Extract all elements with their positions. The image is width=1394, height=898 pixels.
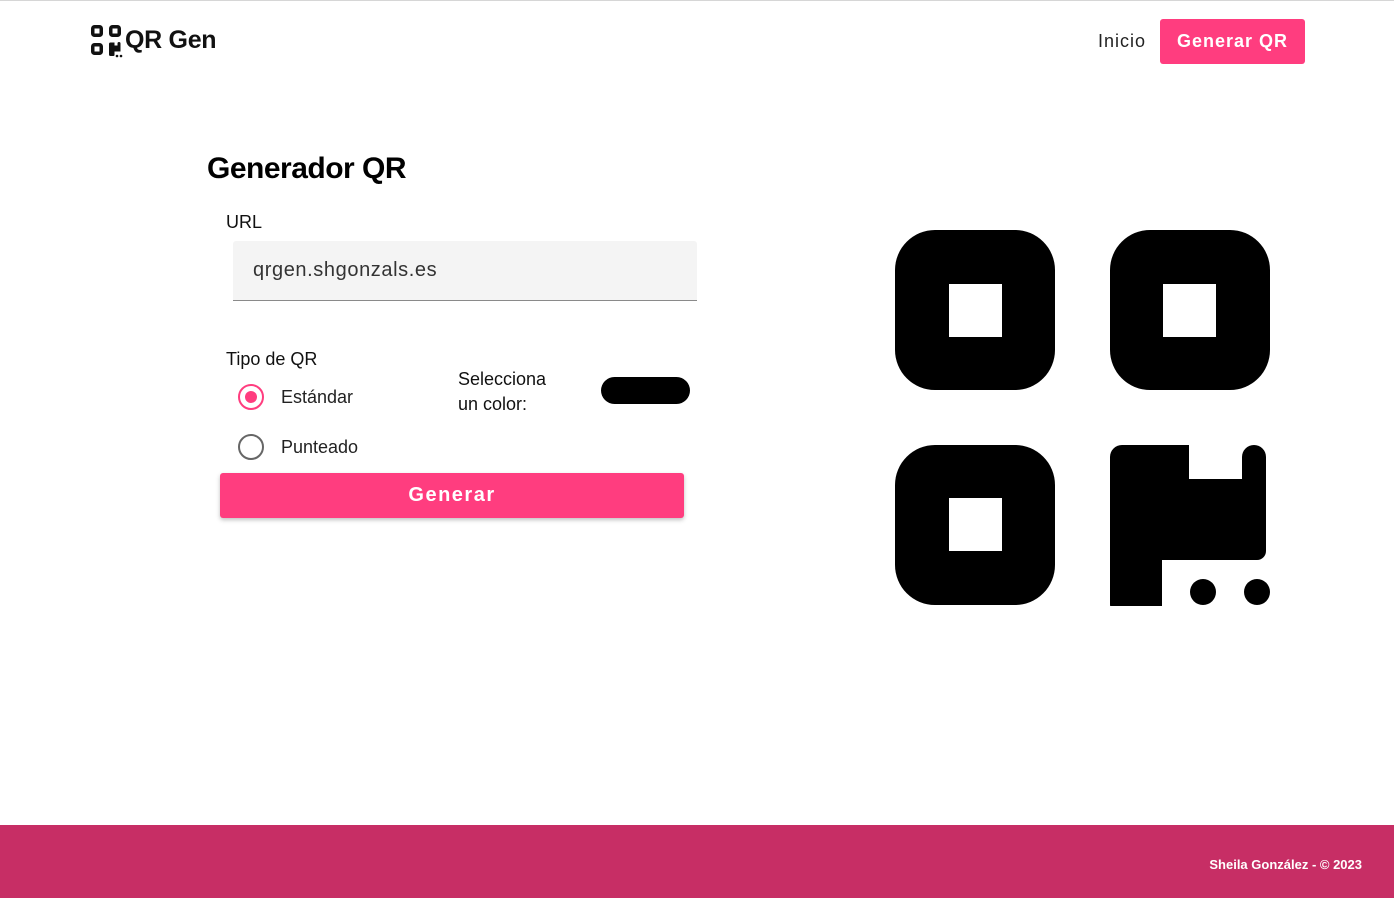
page-title: Generador QR <box>207 152 407 185</box>
nav-generate-button[interactable]: Generar QR <box>1160 19 1305 64</box>
radio-standard-label: Estándar <box>281 386 354 407</box>
color-picker[interactable] <box>601 377 690 404</box>
color-label: Selecciona un color: <box>458 369 547 414</box>
brand-name: QR Gen <box>125 25 217 54</box>
url-label: URL <box>226 212 263 232</box>
footer-copyright: Sheila González - © 2023 <box>1209 857 1362 872</box>
qr-preview-image <box>895 230 1270 606</box>
brand[interactable]: QR Gen <box>89 22 217 58</box>
url-input[interactable] <box>233 241 697 301</box>
radio-standard[interactable]: Estándar <box>238 384 353 410</box>
radio-unchecked-icon[interactable] <box>238 434 264 460</box>
radio-checked-icon[interactable] <box>238 384 264 410</box>
site-header: QR Gen Inicio Generar QR <box>0 0 1394 84</box>
main-nav: Inicio Generar QR <box>1098 19 1305 64</box>
qr-code-icon <box>91 25 123 58</box>
qr-type-label: Tipo de QR <box>226 349 318 369</box>
generate-button[interactable]: Generar <box>220 473 684 518</box>
site-footer: Sheila González - © 2023 <box>0 825 1394 898</box>
nav-home-link[interactable]: Inicio <box>1098 31 1146 52</box>
radio-dotted[interactable]: Punteado <box>238 434 358 460</box>
radio-dotted-label: Punteado <box>281 436 359 457</box>
